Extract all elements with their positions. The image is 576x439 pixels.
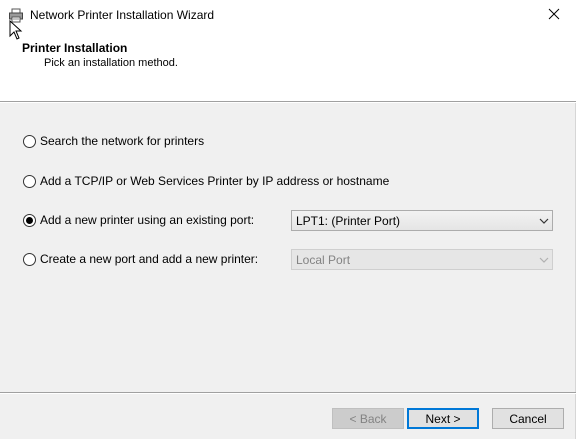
chevron-down-icon — [536, 210, 552, 231]
option-existing-port[interactable]: Add a new printer using an existing port… — [23, 213, 254, 227]
cancel-button[interactable]: Cancel — [492, 408, 564, 429]
radio-add-tcpip[interactable] — [23, 174, 36, 188]
option-label: Add a TCP/IP or Web Services Printer by … — [40, 174, 390, 188]
header-divider-highlight — [0, 102, 576, 103]
new-port-value: Local Port — [296, 252, 351, 267]
option-label: Create a new port and add a new printer: — [40, 252, 259, 266]
radio-search-network[interactable] — [23, 134, 36, 148]
radio-existing-port[interactable] — [23, 213, 36, 227]
mouse-cursor-icon — [9, 19, 23, 40]
option-add-tcpip[interactable]: Add a TCP/IP or Web Services Printer by … — [23, 174, 389, 188]
close-button[interactable] — [532, 0, 576, 31]
option-label: Add a new printer using an existing port… — [40, 213, 255, 227]
existing-port-select[interactable]: LPT1: (Printer Port) — [291, 210, 553, 231]
option-new-port[interactable]: Create a new port and add a new printer: — [23, 252, 258, 266]
footer-divider-highlight — [0, 393, 576, 394]
radio-new-port[interactable] — [23, 252, 36, 266]
option-search-network[interactable]: Search the network for printers — [23, 134, 204, 148]
wizard-header: Printer Installation Pick an installatio… — [0, 31, 576, 101]
new-port-select[interactable]: Local Port — [291, 249, 553, 270]
option-label: Search the network for printers — [40, 134, 205, 148]
back-button[interactable]: < Back — [332, 408, 404, 429]
next-button[interactable]: Next > — [407, 408, 479, 429]
title-bar: Network Printer Installation Wizard — [0, 0, 576, 31]
page-subtitle: Pick an installation method. — [44, 57, 178, 69]
chevron-down-icon — [536, 249, 552, 270]
page-title: Printer Installation — [22, 41, 128, 55]
existing-port-value: LPT1: (Printer Port) — [296, 213, 401, 228]
wizard-window: Network Printer Installation Wizard Prin… — [0, 0, 576, 439]
window-title: Network Printer Installation Wizard — [30, 8, 215, 22]
close-icon — [548, 8, 560, 23]
